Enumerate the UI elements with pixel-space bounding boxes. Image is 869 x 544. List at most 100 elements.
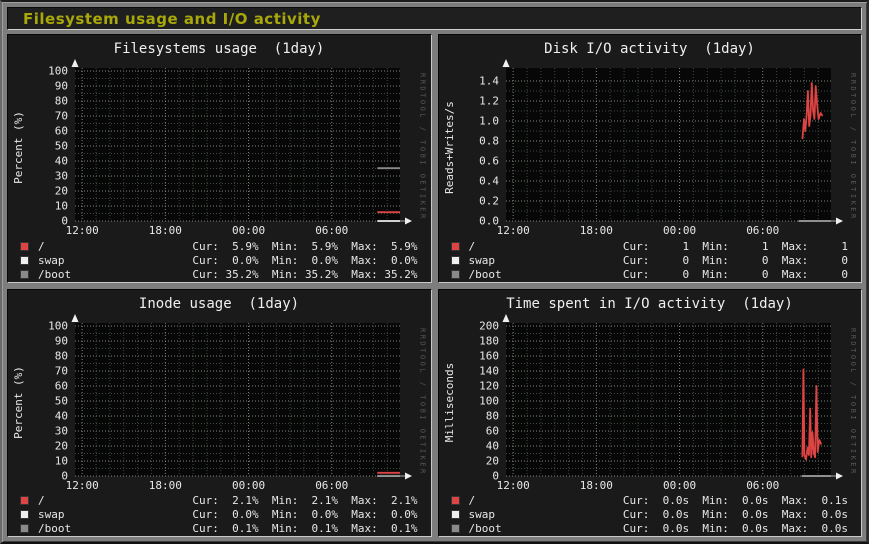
max-value: 35.2%	[384, 268, 417, 281]
legend-swatch	[451, 524, 460, 533]
min-value: 0.0%	[305, 254, 338, 267]
max-label: Max:	[782, 240, 809, 253]
cur-label: Cur:	[623, 240, 650, 253]
panel-inode-usage: Inode usage (1day) 010203040506070809010…	[7, 289, 432, 538]
x-tick-label: 12:00	[496, 224, 529, 235]
min-value: 0.1%	[305, 522, 338, 535]
y-axis-arrow	[72, 314, 79, 322]
legend-stats: Cur:1 Min:1 Max:1	[623, 240, 848, 253]
y-tick-label: 80	[485, 409, 498, 422]
legend-swatch	[20, 510, 29, 519]
legend-series-name: /	[469, 494, 623, 507]
legend-stats: Cur:0.0% Min:0.0% Max:0.0%	[192, 508, 417, 521]
y-axis-arrow	[72, 59, 79, 67]
x-tick-label: 06:00	[746, 224, 779, 235]
legend-series-name: /	[38, 240, 192, 253]
y-tick-label: 40	[55, 409, 68, 422]
panel-filesystems-usage: Filesystems usage (1day) 010203040506070…	[7, 34, 432, 283]
legend-row: / Cur:5.9% Min:5.9% Max:5.9%	[8, 239, 431, 253]
filesystems-usage-chart: 010203040506070809010012:0018:0000:0006:…	[8, 35, 430, 235]
cur-value: 35.2%	[225, 268, 258, 281]
y-axis-title: Percent (%)	[12, 366, 25, 439]
legend-row: / Cur:0.0s Min:0.0s Max:0.1s	[439, 494, 862, 508]
cur-label: Cur:	[192, 522, 219, 535]
min-value: 0.0s	[735, 494, 768, 507]
legend-stats: Cur:0 Min:0 Max:0	[623, 268, 848, 281]
x-axis-arrow	[836, 218, 843, 225]
x-tick-label: 00:00	[662, 224, 695, 235]
min-label: Min:	[702, 494, 729, 507]
y-axis-arrow	[502, 314, 509, 322]
max-value: 5.9%	[384, 240, 417, 253]
y-tick-label: 50	[55, 394, 68, 407]
min-value: 1	[735, 240, 768, 253]
panel-time-spent-io: Time spent in I/O activity (1day) 020406…	[438, 289, 863, 538]
legend-stats: Cur:0.1% Min:0.1% Max:0.1%	[192, 522, 417, 535]
min-label: Min:	[272, 522, 299, 535]
cur-label: Cur:	[623, 494, 650, 507]
y-tick-label: 0.8	[479, 135, 499, 148]
x-tick-label: 00:00	[232, 224, 265, 235]
y-tick-label: 120	[479, 379, 499, 392]
rrdtool-watermark: RRDTOOL / TOBI OETIKER	[849, 328, 857, 476]
legend-series-name: swap	[469, 508, 623, 521]
legend-swatch	[451, 270, 460, 279]
y-tick-label: 180	[479, 334, 499, 347]
legend-swatch	[20, 496, 29, 505]
y-tick-label: 60	[485, 424, 498, 437]
max-label: Max:	[351, 240, 378, 253]
legend-series-name: /	[38, 494, 192, 507]
max-label: Max:	[351, 508, 378, 521]
cur-value: 0.0s	[656, 508, 689, 521]
legend-swatch	[451, 510, 460, 519]
x-tick-label: 18:00	[149, 479, 182, 490]
cur-label: Cur:	[192, 240, 219, 253]
cur-value: 0.1%	[225, 522, 258, 535]
charts-grid: Filesystems usage (1day) 010203040506070…	[7, 34, 862, 537]
min-value: 0.0%	[305, 508, 338, 521]
cur-label: Cur:	[623, 508, 650, 521]
legend-stats: Cur:5.9% Min:5.9% Max:5.9%	[192, 240, 417, 253]
legend-stats: Cur:35.2% Min:35.2% Max:35.2%	[192, 268, 417, 281]
y-tick-label: 30	[55, 170, 68, 183]
cur-value: 0.0%	[225, 508, 258, 521]
min-label: Min:	[702, 522, 729, 535]
max-label: Max:	[351, 254, 378, 267]
max-value: 2.1%	[384, 494, 417, 507]
cur-label: Cur:	[192, 508, 219, 521]
inode-usage-chart: 010203040506070809010012:0018:0000:0006:…	[8, 290, 430, 490]
y-tick-label: 20	[55, 185, 68, 198]
min-label: Min:	[272, 268, 299, 281]
max-label: Max:	[782, 254, 809, 267]
max-value: 0.0s	[815, 508, 848, 521]
x-tick-label: 06:00	[315, 479, 348, 490]
rrdtool-watermark: RRDTOOL / TOBI OETIKER	[849, 73, 857, 221]
legend-series-name: swap	[38, 508, 192, 521]
y-tick-label: 90	[55, 334, 68, 347]
cur-label: Cur:	[192, 254, 219, 267]
min-label: Min:	[702, 240, 729, 253]
cur-value: 0	[656, 254, 689, 267]
max-value: 0	[815, 268, 848, 281]
y-tick-label: 100	[479, 394, 499, 407]
cur-value: 0.0%	[225, 254, 258, 267]
max-label: Max:	[351, 522, 378, 535]
y-tick-label: 1.0	[479, 115, 499, 128]
legend-swatch	[20, 270, 29, 279]
y-tick-label: 1.2	[479, 95, 499, 108]
y-axis-title: Percent (%)	[12, 111, 25, 184]
y-tick-label: 30	[55, 424, 68, 437]
legend-series-name: swap	[469, 254, 623, 267]
time-spent-io-chart: 02040608010012014016018020012:0018:0000:…	[439, 290, 861, 490]
y-tick-label: 70	[55, 364, 68, 377]
min-value: 0.0s	[735, 522, 768, 535]
legend-stats: Cur:0.0s Min:0.0s Max:0.1s	[623, 494, 848, 507]
y-tick-label: 90	[55, 80, 68, 93]
y-tick-label: 0.6	[479, 155, 499, 168]
legend-row: / Cur:1 Min:1 Max:1	[439, 239, 862, 253]
legend-series-name: /boot	[38, 522, 192, 535]
x-tick-label: 00:00	[232, 479, 265, 490]
y-tick-label: 100	[48, 319, 68, 332]
min-value: 2.1%	[305, 494, 338, 507]
y-tick-label: 10	[55, 454, 68, 467]
